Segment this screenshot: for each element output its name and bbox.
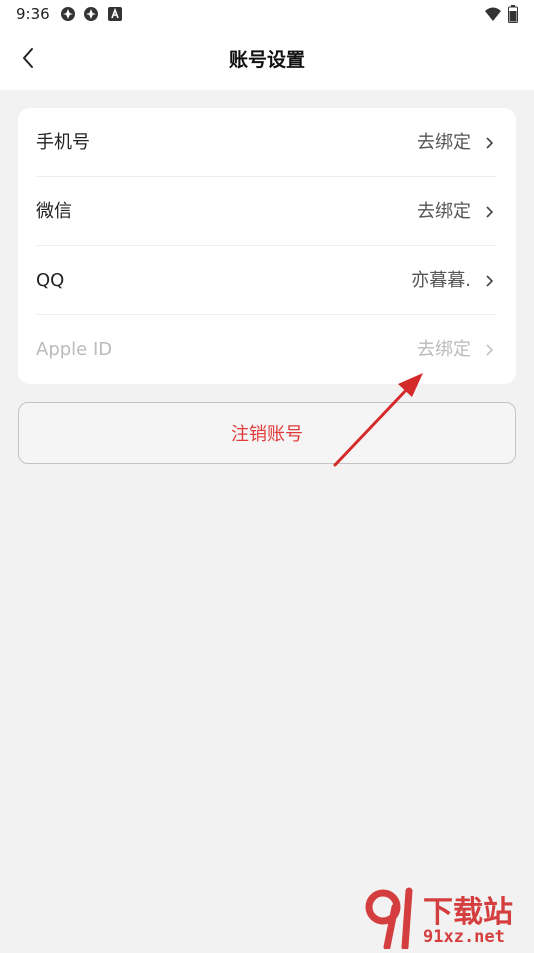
watermark-logo: 下载站 91xz.net — [365, 885, 533, 951]
chevron-right-icon — [486, 344, 494, 356]
watermark-logo-icon — [365, 887, 413, 951]
status-bar: 9:36 — [0, 0, 534, 28]
account-row-apple-id[interactable]: Apple ID 去绑定 — [18, 315, 516, 384]
app-notification-icon — [61, 7, 75, 21]
watermark-brand-bottom: 91xz.net — [423, 927, 505, 947]
battery-icon — [508, 5, 518, 23]
chevron-right-icon — [486, 137, 494, 149]
row-label: 手机号 — [36, 132, 90, 153]
account-bindings-card: 手机号 去绑定 微信 去绑定 QQ 亦暮暮. Apple ID 去绑定 — [18, 108, 516, 384]
row-label: QQ — [36, 270, 65, 291]
status-time: 9:36 — [16, 5, 50, 23]
wifi-icon — [485, 7, 501, 21]
account-row-phone[interactable]: 手机号 去绑定 — [18, 108, 516, 177]
row-label: Apple ID — [36, 339, 113, 360]
cancel-account-button[interactable]: 注销账号 — [18, 402, 516, 464]
app-header: 账号设置 — [0, 28, 534, 90]
row-label: 微信 — [36, 201, 72, 222]
watermark-brand-top: 下载站 — [423, 895, 513, 930]
chevron-right-icon — [486, 206, 494, 218]
account-row-qq[interactable]: QQ 亦暮暮. — [18, 246, 516, 315]
row-value[interactable]: 亦暮暮. — [411, 270, 471, 292]
page-title: 账号设置 — [228, 49, 305, 71]
a-badge-icon — [108, 7, 122, 21]
row-value[interactable]: 去绑定 — [417, 132, 471, 154]
chevron-right-icon — [486, 275, 494, 287]
cancel-account-label: 注销账号 — [231, 424, 303, 445]
app-notification-icon — [84, 7, 98, 21]
row-value[interactable]: 去绑定 — [417, 201, 471, 223]
row-value[interactable]: 去绑定 — [417, 339, 471, 361]
account-row-wechat[interactable]: 微信 去绑定 — [18, 177, 516, 246]
